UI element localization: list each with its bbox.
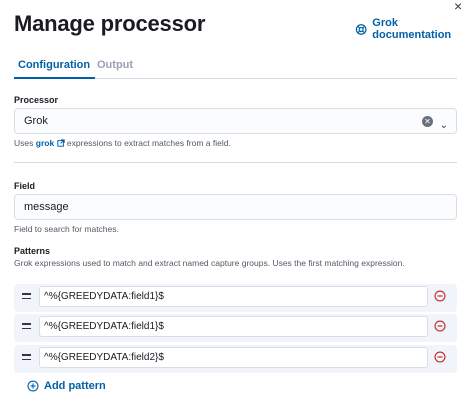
documentation-icon bbox=[355, 23, 367, 35]
remove-icon[interactable] bbox=[434, 351, 446, 363]
grok-link[interactable]: grok bbox=[36, 138, 65, 148]
remove-icon[interactable] bbox=[434, 320, 446, 332]
remove-icon[interactable] bbox=[434, 290, 446, 302]
drag-handle-icon[interactable] bbox=[22, 323, 31, 332]
drag-handle-icon[interactable] bbox=[22, 293, 31, 302]
processor-label: Processor bbox=[14, 95, 59, 105]
pattern-row: ^%{GREEDYDATA:field1}$ bbox=[14, 284, 457, 312]
tab-configuration[interactable]: Configuration bbox=[13, 59, 96, 79]
processor-value: Grok bbox=[24, 115, 48, 127]
processor-help-suffix: expressions to extract matches from a fi… bbox=[66, 138, 231, 148]
pattern-input[interactable]: ^%{GREEDYDATA:field1}$ bbox=[39, 316, 428, 337]
processor-select[interactable]: Grok ✕ ⌄ bbox=[14, 108, 457, 134]
field-label: Field bbox=[14, 181, 36, 191]
pattern-row: ^%{GREEDYDATA:field2}$ bbox=[14, 345, 457, 373]
clear-icon[interactable]: ✕ bbox=[422, 116, 433, 127]
pattern-row: ^%{GREEDYDATA:field1}$ bbox=[14, 314, 457, 342]
field-value: message bbox=[24, 201, 69, 213]
page-title: Manage processor bbox=[14, 11, 206, 36]
processor-help: Uses grok expressions to extract matches… bbox=[14, 138, 231, 148]
pattern-input[interactable]: ^%{GREEDYDATA:field1}$ bbox=[39, 286, 428, 307]
field-input[interactable]: message bbox=[14, 194, 457, 220]
tab-output[interactable]: Output bbox=[97, 59, 133, 71]
patterns-help: Grok expressions used to match and extra… bbox=[14, 258, 405, 268]
section-divider bbox=[14, 162, 457, 163]
drag-handle-icon[interactable] bbox=[22, 354, 31, 363]
add-pattern-label: Add pattern bbox=[44, 380, 106, 392]
tab-bar: Configuration Output bbox=[13, 58, 457, 79]
grok-link-label: grok bbox=[35, 138, 55, 148]
chevron-down-icon[interactable]: ⌄ bbox=[440, 114, 448, 138]
doc-link-label: Grok documentation bbox=[372, 17, 452, 41]
field-help: Field to search for matches. bbox=[14, 224, 119, 234]
pattern-input[interactable]: ^%{GREEDYDATA:field2}$ bbox=[39, 347, 428, 368]
processor-help-prefix: Uses bbox=[14, 138, 34, 148]
patterns-label: Patterns bbox=[14, 246, 51, 256]
close-icon[interactable]: × bbox=[454, 0, 462, 13]
add-pattern-button[interactable]: Add pattern bbox=[27, 380, 106, 392]
plus-circle-icon bbox=[27, 380, 39, 392]
external-link-icon bbox=[56, 139, 65, 147]
grok-documentation-link[interactable]: Grok documentation bbox=[355, 17, 474, 41]
